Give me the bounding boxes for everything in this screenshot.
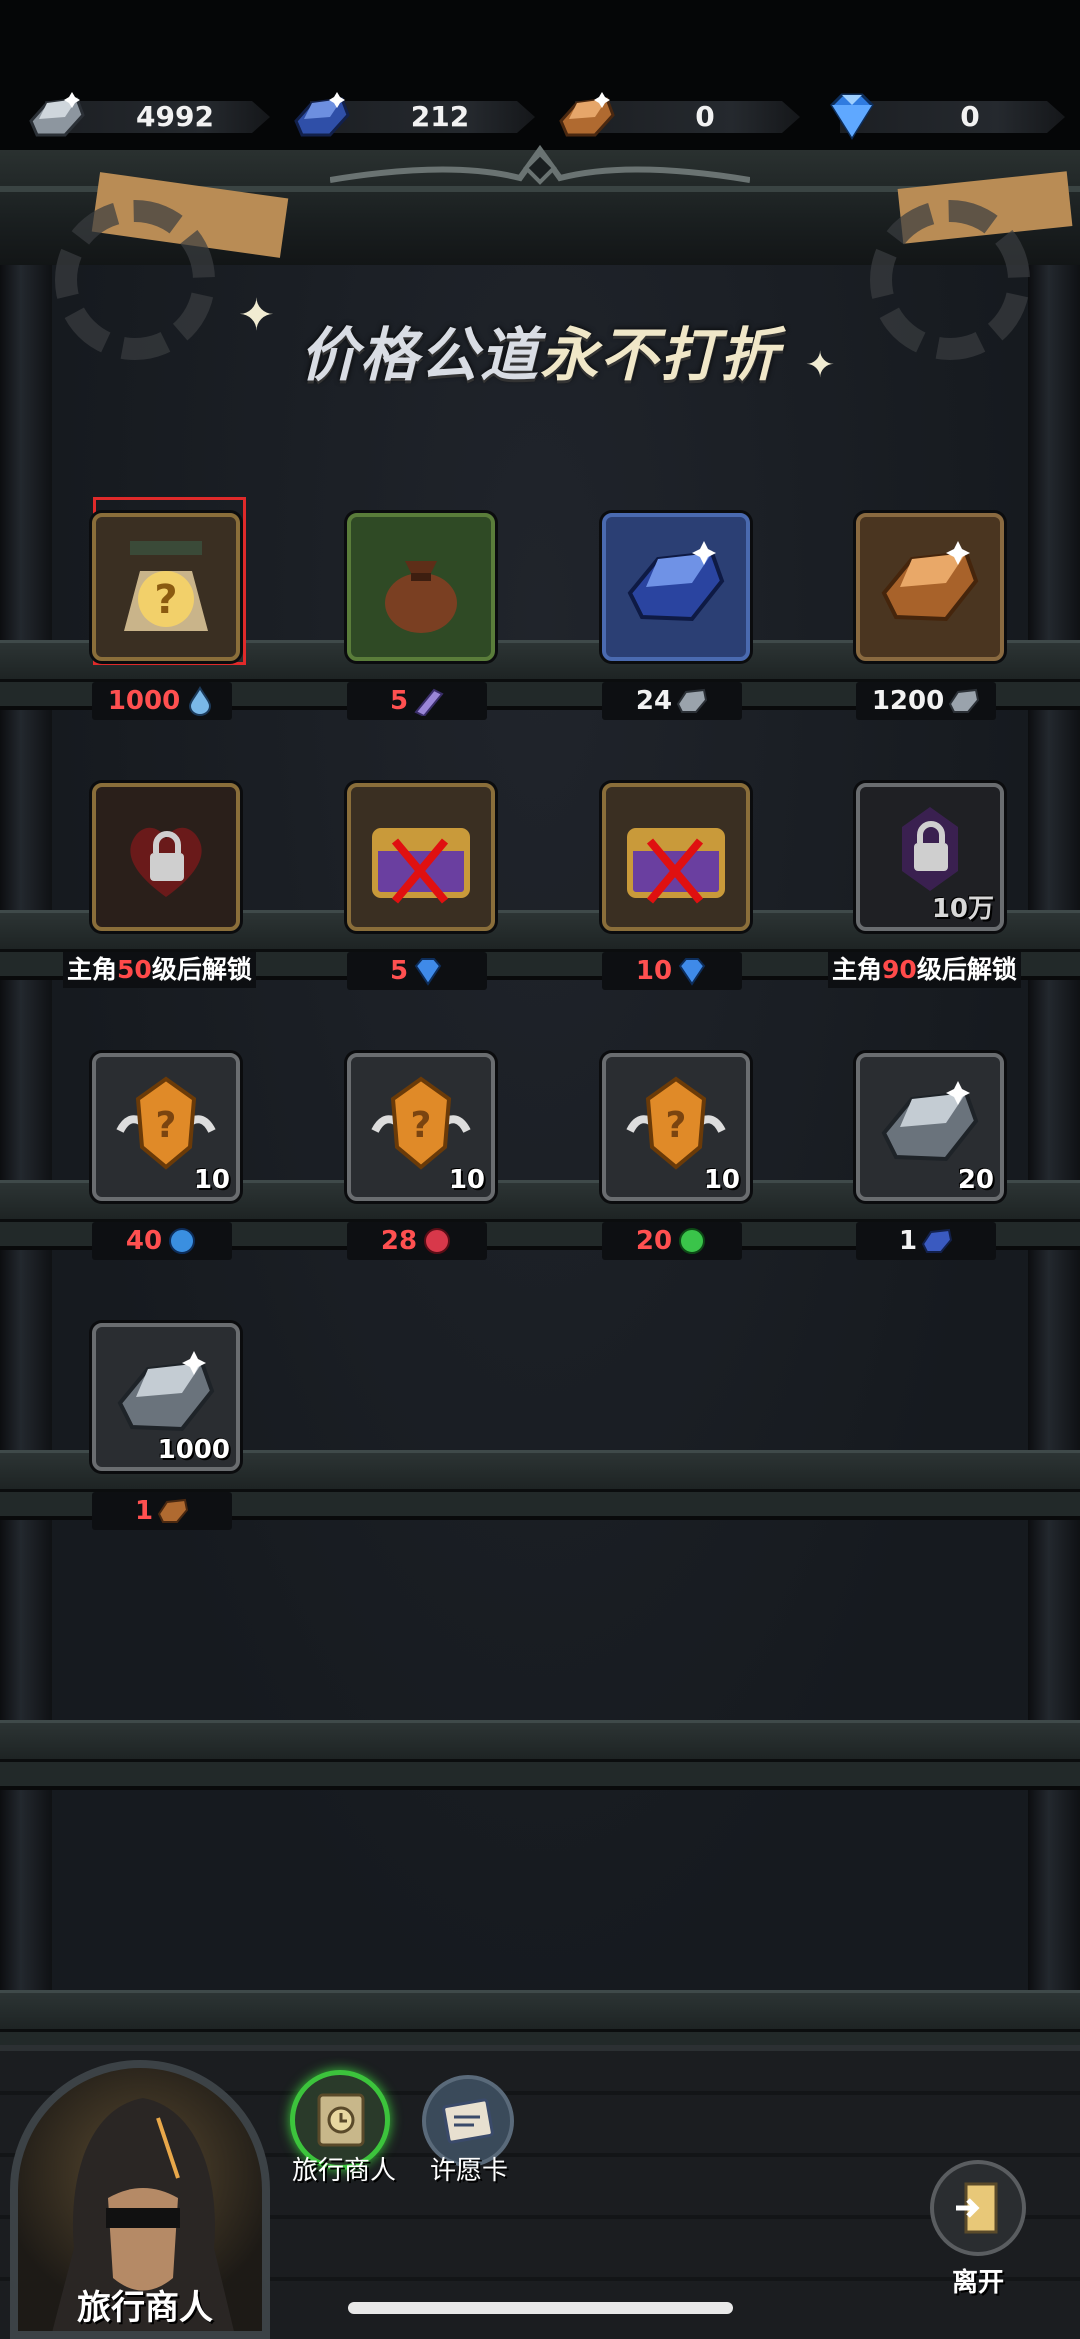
purple-scroll-icon xyxy=(414,688,444,718)
mystery-relic-icon: ? xyxy=(124,541,208,631)
bronze-crystal-icon xyxy=(881,541,979,622)
shop-item-locked-purple-gem[interactable]: 10万 xyxy=(856,783,1004,931)
tab-label: 旅行商人 xyxy=(291,2156,396,2186)
price-value: 1000 xyxy=(107,686,181,716)
item-price: 40 xyxy=(92,1222,232,1260)
currency-blue: 212 xyxy=(290,92,540,137)
item-quantity: 10 xyxy=(448,1165,485,1195)
svg-text:?: ? xyxy=(156,1105,177,1146)
svg-text:?: ? xyxy=(666,1105,687,1146)
banner-text: 价格公道 xyxy=(299,321,540,389)
diamond-icon xyxy=(830,93,874,140)
exit-button[interactable] xyxy=(930,2160,1026,2256)
water-drop-icon xyxy=(189,686,212,716)
currency-value: 0 xyxy=(695,100,715,133)
item-price: 10 xyxy=(602,952,742,990)
scroll-clock-icon xyxy=(317,2093,365,2147)
shelf xyxy=(0,1720,1080,1790)
treasure-chest-icon xyxy=(372,828,470,904)
shop-item-mystery-gem[interactable]: ? 10 xyxy=(92,1053,240,1201)
item-price: 1 xyxy=(92,1492,232,1530)
tab-label: 许愿卡 xyxy=(429,2156,508,2186)
price-value: 1 xyxy=(898,1226,918,1256)
item-price: 28 xyxy=(347,1222,487,1260)
currency-bronze: 0 xyxy=(555,92,805,137)
exit-door-icon xyxy=(956,2182,998,2234)
currency-value: 212 xyxy=(410,100,470,133)
shop-item-silver-crystal[interactable]: 1000 xyxy=(92,1323,240,1471)
shop-banner: 价格公道永不打折 xyxy=(230,308,850,392)
svg-text:?: ? xyxy=(411,1105,432,1146)
shop-item-bronze-crystal[interactable] xyxy=(856,513,1004,661)
locked-heart-icon xyxy=(130,827,202,897)
shop-item-blue-crystal[interactable] xyxy=(602,513,750,661)
svg-text:?: ? xyxy=(154,577,177,623)
item-quantity: 10 xyxy=(193,1165,230,1195)
price-value: 24 xyxy=(635,686,673,716)
shop-item-loot-bag[interactable] xyxy=(347,513,495,661)
currency-value: 0 xyxy=(960,100,980,133)
price-value: 20 xyxy=(635,1226,673,1256)
price-value: 1 xyxy=(134,1496,154,1526)
wish-card-icon xyxy=(442,2098,494,2144)
shop-item-locked-heart[interactable] xyxy=(92,783,240,931)
shop-item-mystery-gem[interactable]: ? 10 xyxy=(347,1053,495,1201)
currency-value: 4992 xyxy=(136,100,214,133)
exit-label: 离开 xyxy=(951,2268,1004,2298)
banner-text: 永不打折 xyxy=(540,321,781,389)
price-value: 40 xyxy=(125,1226,163,1256)
diamond-icon xyxy=(678,958,706,986)
item-price: 5 xyxy=(347,952,487,990)
shop-item-treasure-chest[interactable] xyxy=(347,783,495,931)
item-quantity: 1000 xyxy=(157,1435,230,1465)
ornament-icon xyxy=(330,144,750,185)
price-value: 10 xyxy=(635,956,673,986)
home-indicator[interactable] xyxy=(348,2302,733,2314)
price-value: 5 xyxy=(389,686,409,716)
unlock-requirement: 主角50级后解锁 xyxy=(63,952,256,988)
item-price: 24 xyxy=(602,682,742,720)
treasure-chest-icon xyxy=(627,828,725,904)
price-value: 5 xyxy=(389,956,409,986)
shop-item-mystery-relic[interactable]: ? xyxy=(92,513,240,661)
shop-item-treasure-chest[interactable] xyxy=(602,783,750,931)
item-price: 1200 xyxy=(856,682,996,720)
item-price: 20 xyxy=(602,1222,742,1260)
currency-diamond: 0 xyxy=(820,93,1070,140)
shop-item-mystery-gem[interactable]: ? 10 xyxy=(602,1053,750,1201)
merchant-name: 旅行商人 xyxy=(77,2288,213,2328)
item-price: 1 xyxy=(856,1222,996,1260)
gear-icon xyxy=(55,200,215,360)
silver-crystal-icon xyxy=(676,688,708,713)
item-price: 5 xyxy=(347,682,487,720)
silver-crystal-icon xyxy=(949,688,980,713)
unlock-requirement: 主角90级后解锁 xyxy=(828,952,1021,988)
item-quantity: 10 xyxy=(703,1165,740,1195)
item-quantity: 20 xyxy=(957,1165,994,1195)
item-price: 1000 xyxy=(92,682,232,720)
bronze-crystal-icon xyxy=(559,92,615,137)
price-value: 28 xyxy=(380,1226,418,1256)
blue-orb-icon xyxy=(169,1228,196,1254)
silver-crystal-icon xyxy=(29,92,85,137)
diamond-icon xyxy=(414,958,442,986)
currency-silver: 4992 xyxy=(25,92,275,137)
price-value: 1200 xyxy=(871,686,945,716)
shop-item-silver-crystal[interactable]: 20 xyxy=(856,1053,1004,1201)
blue-crystal-icon xyxy=(294,92,350,137)
green-orb-icon xyxy=(679,1228,706,1254)
blue-crystal-icon xyxy=(921,1228,953,1253)
loot-bag-icon xyxy=(385,561,457,633)
bronze-crystal-icon xyxy=(157,1498,189,1523)
gear-icon xyxy=(870,200,1030,360)
red-orb-icon xyxy=(424,1228,451,1254)
blue-crystal-icon xyxy=(627,541,725,622)
item-quantity: 10万 xyxy=(931,894,994,924)
